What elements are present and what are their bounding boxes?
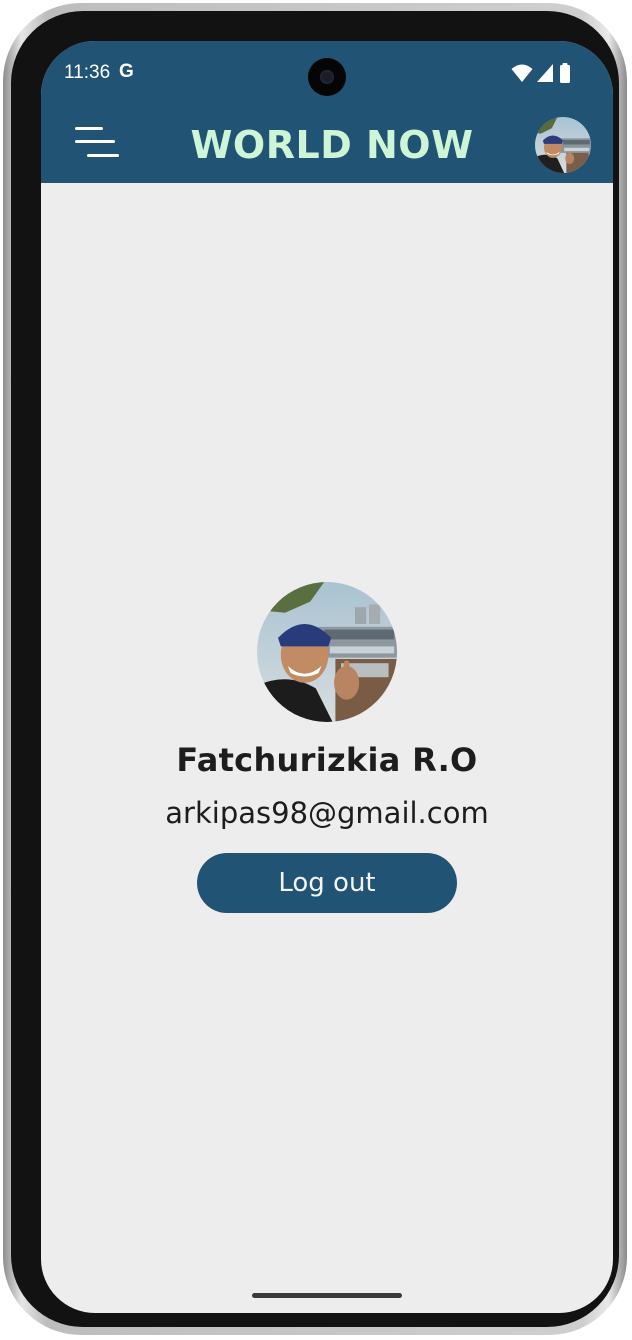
hamburger-menu-icon-line-2 [75, 140, 115, 143]
wifi-icon [511, 64, 533, 82]
screen: 11:36 G WORLD NOW Fatchurizkia R.O arkip… [41, 41, 613, 1313]
google-icon: G [119, 61, 134, 82]
hamburger-menu-icon-line-1 [75, 127, 103, 130]
menu-button[interactable] [73, 127, 121, 163]
header-avatar[interactable] [535, 117, 591, 173]
profile-name: Fatchurizkia R.O [176, 741, 478, 779]
profile-photo-icon [257, 582, 397, 722]
app-title: WORLD NOW [190, 123, 474, 167]
phone-frame: 11:36 G WORLD NOW Fatchurizkia R.O arkip… [3, 3, 627, 1335]
cell-signal-icon [537, 64, 553, 82]
gesture-navigation-bar[interactable] [252, 1293, 402, 1298]
battery-icon [560, 63, 570, 83]
hamburger-menu-icon-line-3 [87, 154, 119, 157]
status-icons [511, 63, 575, 83]
avatar-photo-icon [535, 117, 591, 173]
profile-email: arkipas98@gmail.com [165, 796, 489, 830]
status-time: 11:36 [64, 62, 111, 83]
profile-avatar [257, 582, 397, 722]
phone-bezel: 11:36 G WORLD NOW Fatchurizkia R.O arkip… [11, 11, 619, 1327]
app-bar: 11:36 G WORLD NOW [41, 41, 613, 183]
front-camera [308, 58, 346, 96]
logout-button[interactable]: Log out [197, 853, 457, 913]
